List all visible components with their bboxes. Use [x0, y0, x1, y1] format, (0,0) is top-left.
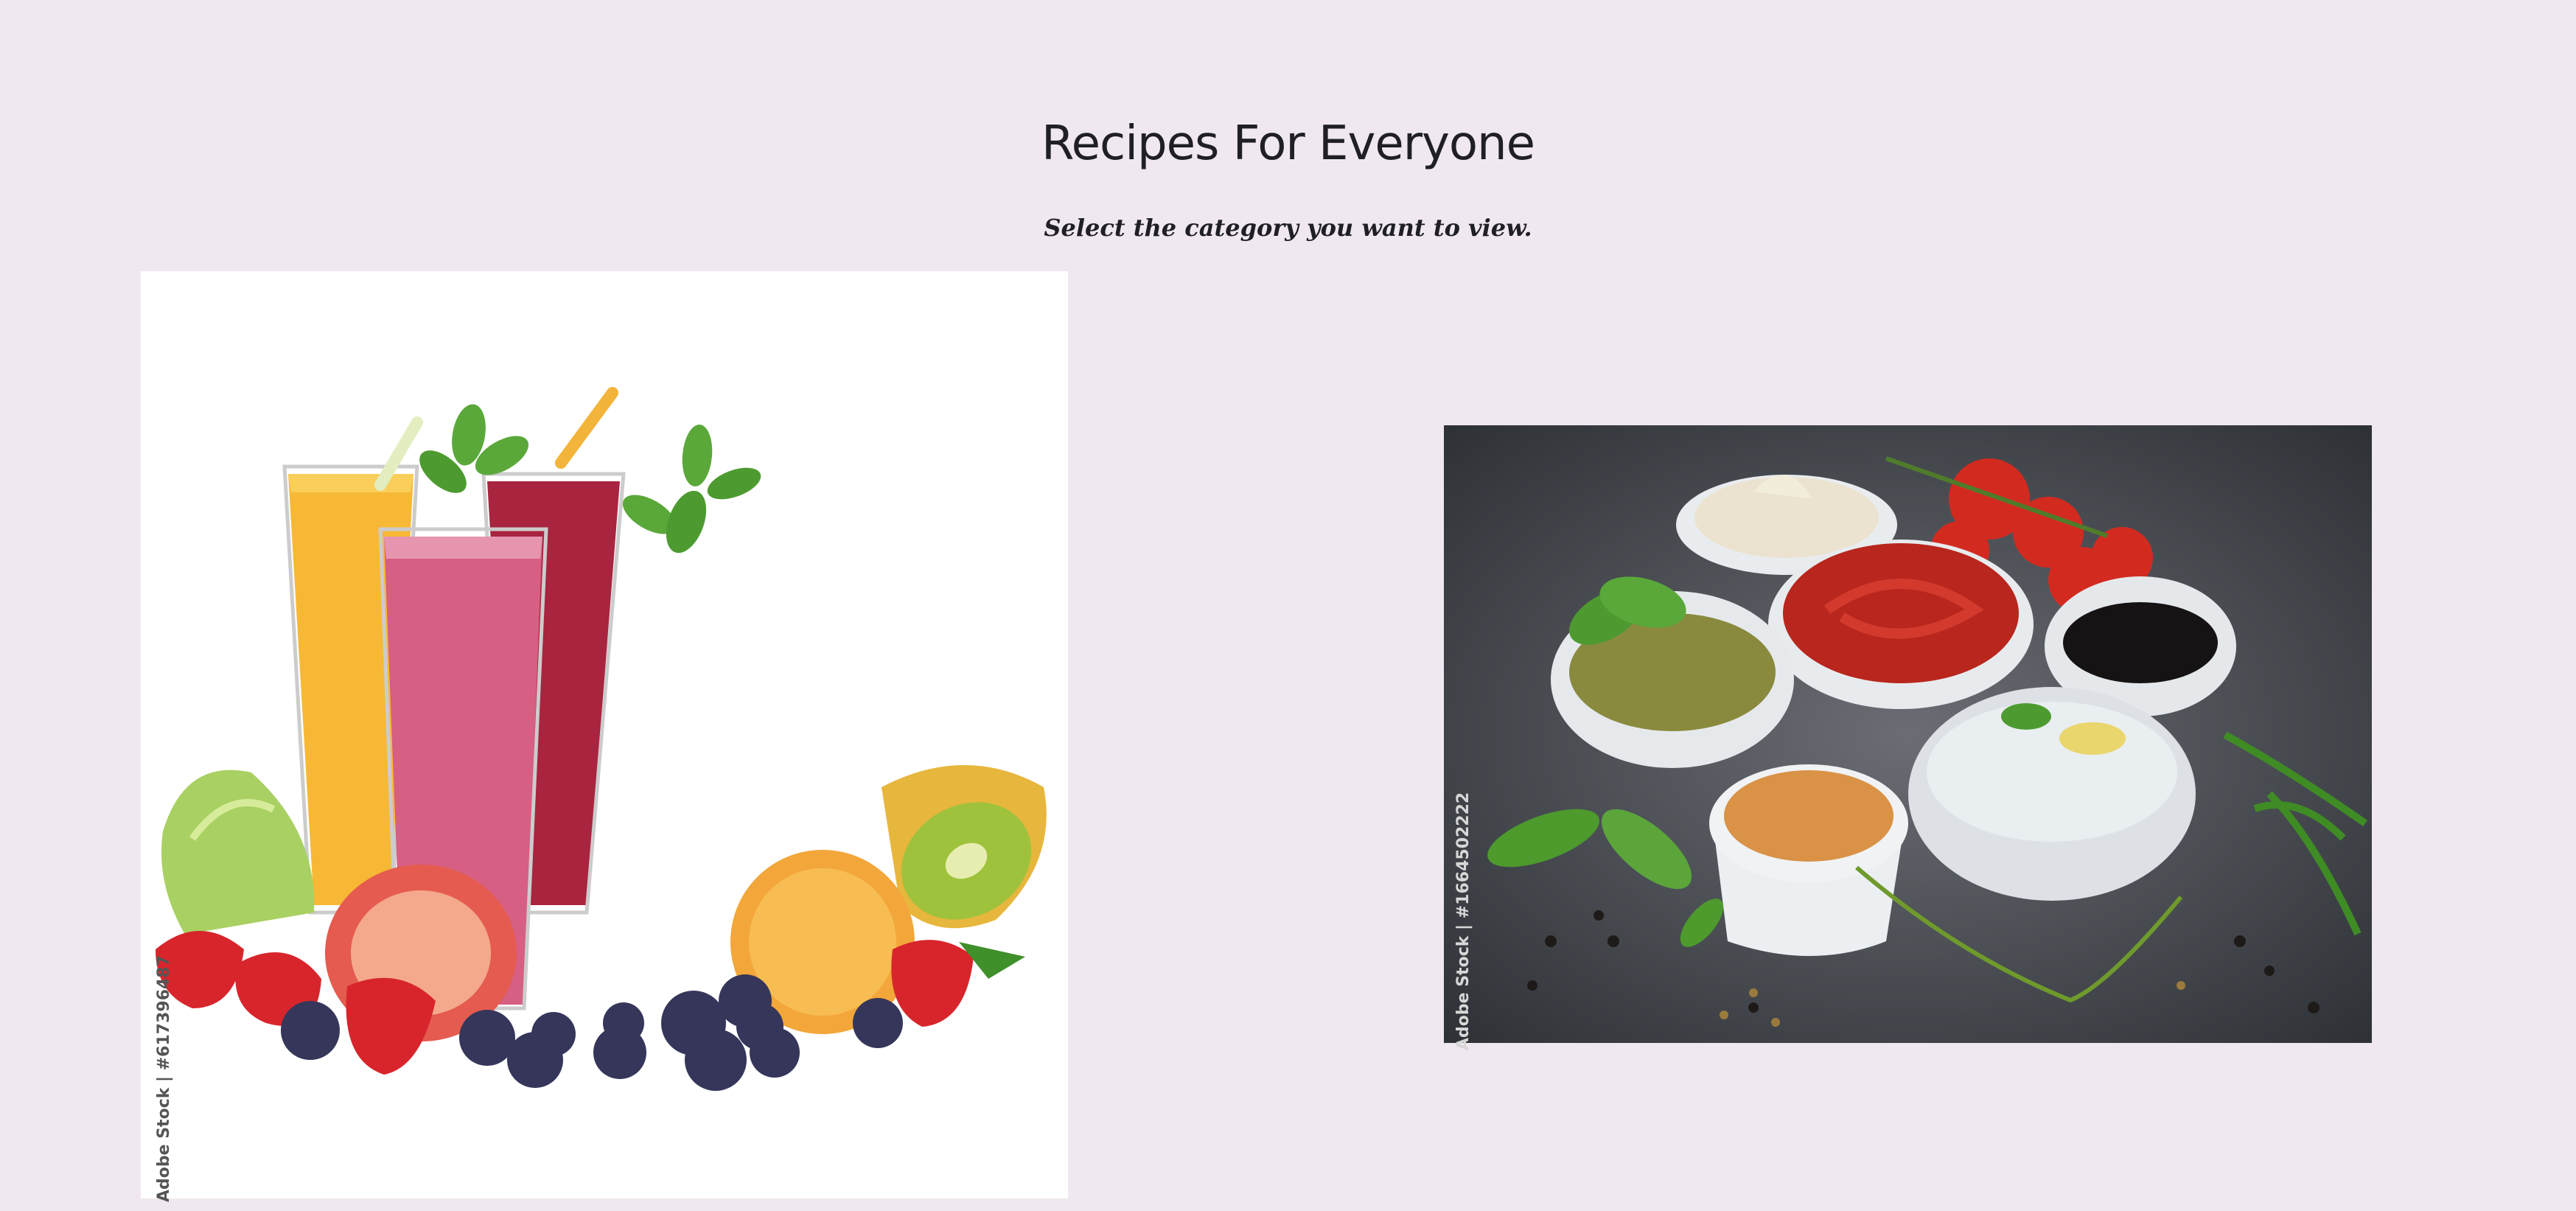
category-card-drinks[interactable]: [141, 271, 1068, 1198]
sauces-image: [1444, 425, 2372, 1043]
watermark-text: Adobe Stock | #617396487: [155, 955, 173, 1202]
category-card-sauces[interactable]: [1444, 425, 2372, 1043]
watermark-text: Adobe Stock | #1664502222: [1454, 792, 1473, 1050]
page-title: Recipes For Everyone: [1041, 116, 1535, 171]
drinks-image: [141, 271, 1068, 1198]
page-subtitle: Select the category you want to view.: [1044, 214, 1532, 242]
